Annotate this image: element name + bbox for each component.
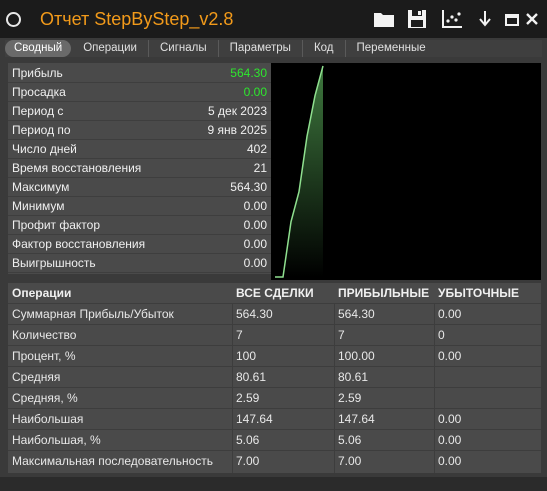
table-header: Операции ВСЕ СДЕЛКИ ПРИБЫЛЬНЫЕ УБЫТОЧНЫЕ <box>8 283 541 303</box>
row-label: Наибольшая <box>12 412 84 426</box>
title-bar: Отчет StepByStep_v2.8 <box>0 0 547 38</box>
tab-signals[interactable]: Сигналы <box>149 40 219 57</box>
tab-code[interactable]: Код <box>303 40 346 57</box>
row-label: Максимальная последовательность <box>12 454 214 468</box>
cell-profitable: 5.06 <box>338 433 362 447</box>
chart-export-icon[interactable] <box>440 8 464 30</box>
equity-chart-svg <box>275 65 324 278</box>
summary-row-minimum: Минимум 0.00 <box>8 196 271 216</box>
tab-variables[interactable]: Переменные <box>346 40 437 57</box>
summary-row-recovery-factor: Фактор восстановления 0.00 <box>8 234 271 254</box>
summary-value: 402 <box>246 142 267 156</box>
download-icon[interactable] <box>473 8 497 30</box>
summary-value: 9 янв 2025 <box>207 123 267 137</box>
summary-row-period-to: Период по 9 янв 2025 <box>8 120 271 140</box>
cell-all: 100 <box>236 349 257 363</box>
summary-label: Период по <box>12 123 71 137</box>
cell-all: 147.64 <box>236 412 273 426</box>
summary-label: Прибыль <box>12 66 63 80</box>
row-label: Наибольшая, % <box>12 433 101 447</box>
equity-chart <box>271 63 541 280</box>
header-profitable[interactable]: ПРИБЫЛЬНЫЕ <box>338 286 429 300</box>
cell-losing: 0.00 <box>438 349 462 363</box>
summary-label: Число дней <box>12 142 77 156</box>
summary-label: Время восстановления <box>12 161 142 175</box>
summary-label: Фактор восстановления <box>12 237 146 251</box>
summary-row-profit: Прибыль 564.30 <box>8 63 271 83</box>
summary-value: 5 дек 2023 <box>208 104 267 118</box>
header-losing[interactable]: УБЫТОЧНЫЕ <box>438 286 519 300</box>
summary-row-days: Число дней 402 <box>8 139 271 159</box>
cell-profitable: 100.00 <box>338 349 375 363</box>
window-title: Отчет StepByStep_v2.8 <box>40 9 234 29</box>
tab-summary[interactable]: Сводный <box>5 40 72 57</box>
cell-losing: 0 <box>438 328 445 342</box>
header-all-trades[interactable]: ВСЕ СДЕЛКИ <box>236 286 314 300</box>
summary-label: Максимум <box>12 180 70 194</box>
cell-profitable: 564.30 <box>338 307 375 321</box>
summary-value: 0.00 <box>243 237 267 251</box>
table-row: Наибольшая, % 5.06 5.06 0.00 <box>8 429 541 450</box>
summary-row-recovery-time: Время восстановления 21 <box>8 158 271 178</box>
cell-profitable: 2.59 <box>338 391 362 405</box>
summary-value: 564.30 <box>230 180 267 194</box>
summary-row-maximum: Максимум 564.30 <box>8 177 271 197</box>
table-row: Средняя 80.61 80.61 <box>8 366 541 387</box>
cell-all: 7.00 <box>236 454 260 468</box>
tab-operations[interactable]: Операции <box>72 40 149 57</box>
table-row: Максимальная последовательность 7.00 7.0… <box>8 450 541 471</box>
window-bottom-edge <box>0 477 547 491</box>
summary-label: Выигрышность <box>12 256 96 270</box>
summary-value: 0.00 <box>243 85 267 99</box>
trade-stats-table: Операции ВСЕ СДЕЛКИ ПРИБЫЛЬНЫЕ УБЫТОЧНЫЕ… <box>8 283 541 473</box>
cell-losing: 0.00 <box>438 433 462 447</box>
cell-profitable: 80.61 <box>338 370 369 384</box>
cell-profitable: 7.00 <box>338 454 362 468</box>
table-row: Количество 7 7 0 <box>8 324 541 345</box>
row-label: Средняя <box>12 370 61 384</box>
cell-profitable: 7 <box>338 328 345 342</box>
cell-all: 564.30 <box>236 307 273 321</box>
summary-value: 21 <box>253 161 267 175</box>
cell-profitable: 147.64 <box>338 412 375 426</box>
table-row: Процент, % 100 100.00 0.00 <box>8 345 541 366</box>
summary-value: 0.00 <box>243 199 267 213</box>
tab-parameters[interactable]: Параметры <box>219 40 303 57</box>
folder-icon[interactable] <box>372 8 396 30</box>
report-window: Отчет StepByStep_v2.8 Сводный Операции С… <box>0 0 547 491</box>
app-logo-icon <box>6 12 21 27</box>
row-label: Процент, % <box>12 349 76 363</box>
close-icon[interactable] <box>520 8 544 30</box>
cell-all: 5.06 <box>236 433 260 447</box>
table-row: Наибольшая 147.64 147.64 0.00 <box>8 408 541 429</box>
summary-row-drawdown: Просадка 0.00 <box>8 82 271 102</box>
header-operations[interactable]: Операции <box>12 286 71 300</box>
row-label: Количество <box>12 328 77 342</box>
table-row: Средняя, % 2.59 2.59 <box>8 387 541 408</box>
equity-area-fill <box>275 66 323 277</box>
summary-label: Просадка <box>12 85 66 99</box>
cell-losing: 0.00 <box>438 412 462 426</box>
row-label: Суммарная Прибыль/Убыток <box>12 307 174 321</box>
save-icon[interactable] <box>405 8 429 30</box>
summary-label: Профит фактор <box>12 218 101 232</box>
summary-label: Минимум <box>12 199 65 213</box>
summary-panel: Прибыль 564.30 Просадка 0.00 Период с 5 … <box>8 63 271 274</box>
summary-value: 564.30 <box>230 66 267 80</box>
cell-all: 2.59 <box>236 391 260 405</box>
cell-all: 80.61 <box>236 370 267 384</box>
tab-bar: Сводный Операции Сигналы Параметры Код П… <box>5 40 542 57</box>
table-row: Суммарная Прибыль/Убыток 564.30 564.30 0… <box>8 303 541 324</box>
summary-row-win-rate: Выигрышность 0.00 <box>8 253 271 273</box>
summary-label: Период с <box>12 104 64 118</box>
cell-all: 7 <box>236 328 243 342</box>
row-label: Средняя, % <box>12 391 78 405</box>
summary-value: 0.00 <box>243 218 267 232</box>
cell-losing: 0.00 <box>438 307 462 321</box>
summary-row-period-from: Период с 5 дек 2023 <box>8 101 271 121</box>
cell-losing: 0.00 <box>438 454 462 468</box>
summary-value: 0.00 <box>243 256 267 270</box>
summary-row-profit-factor: Профит фактор 0.00 <box>8 215 271 235</box>
